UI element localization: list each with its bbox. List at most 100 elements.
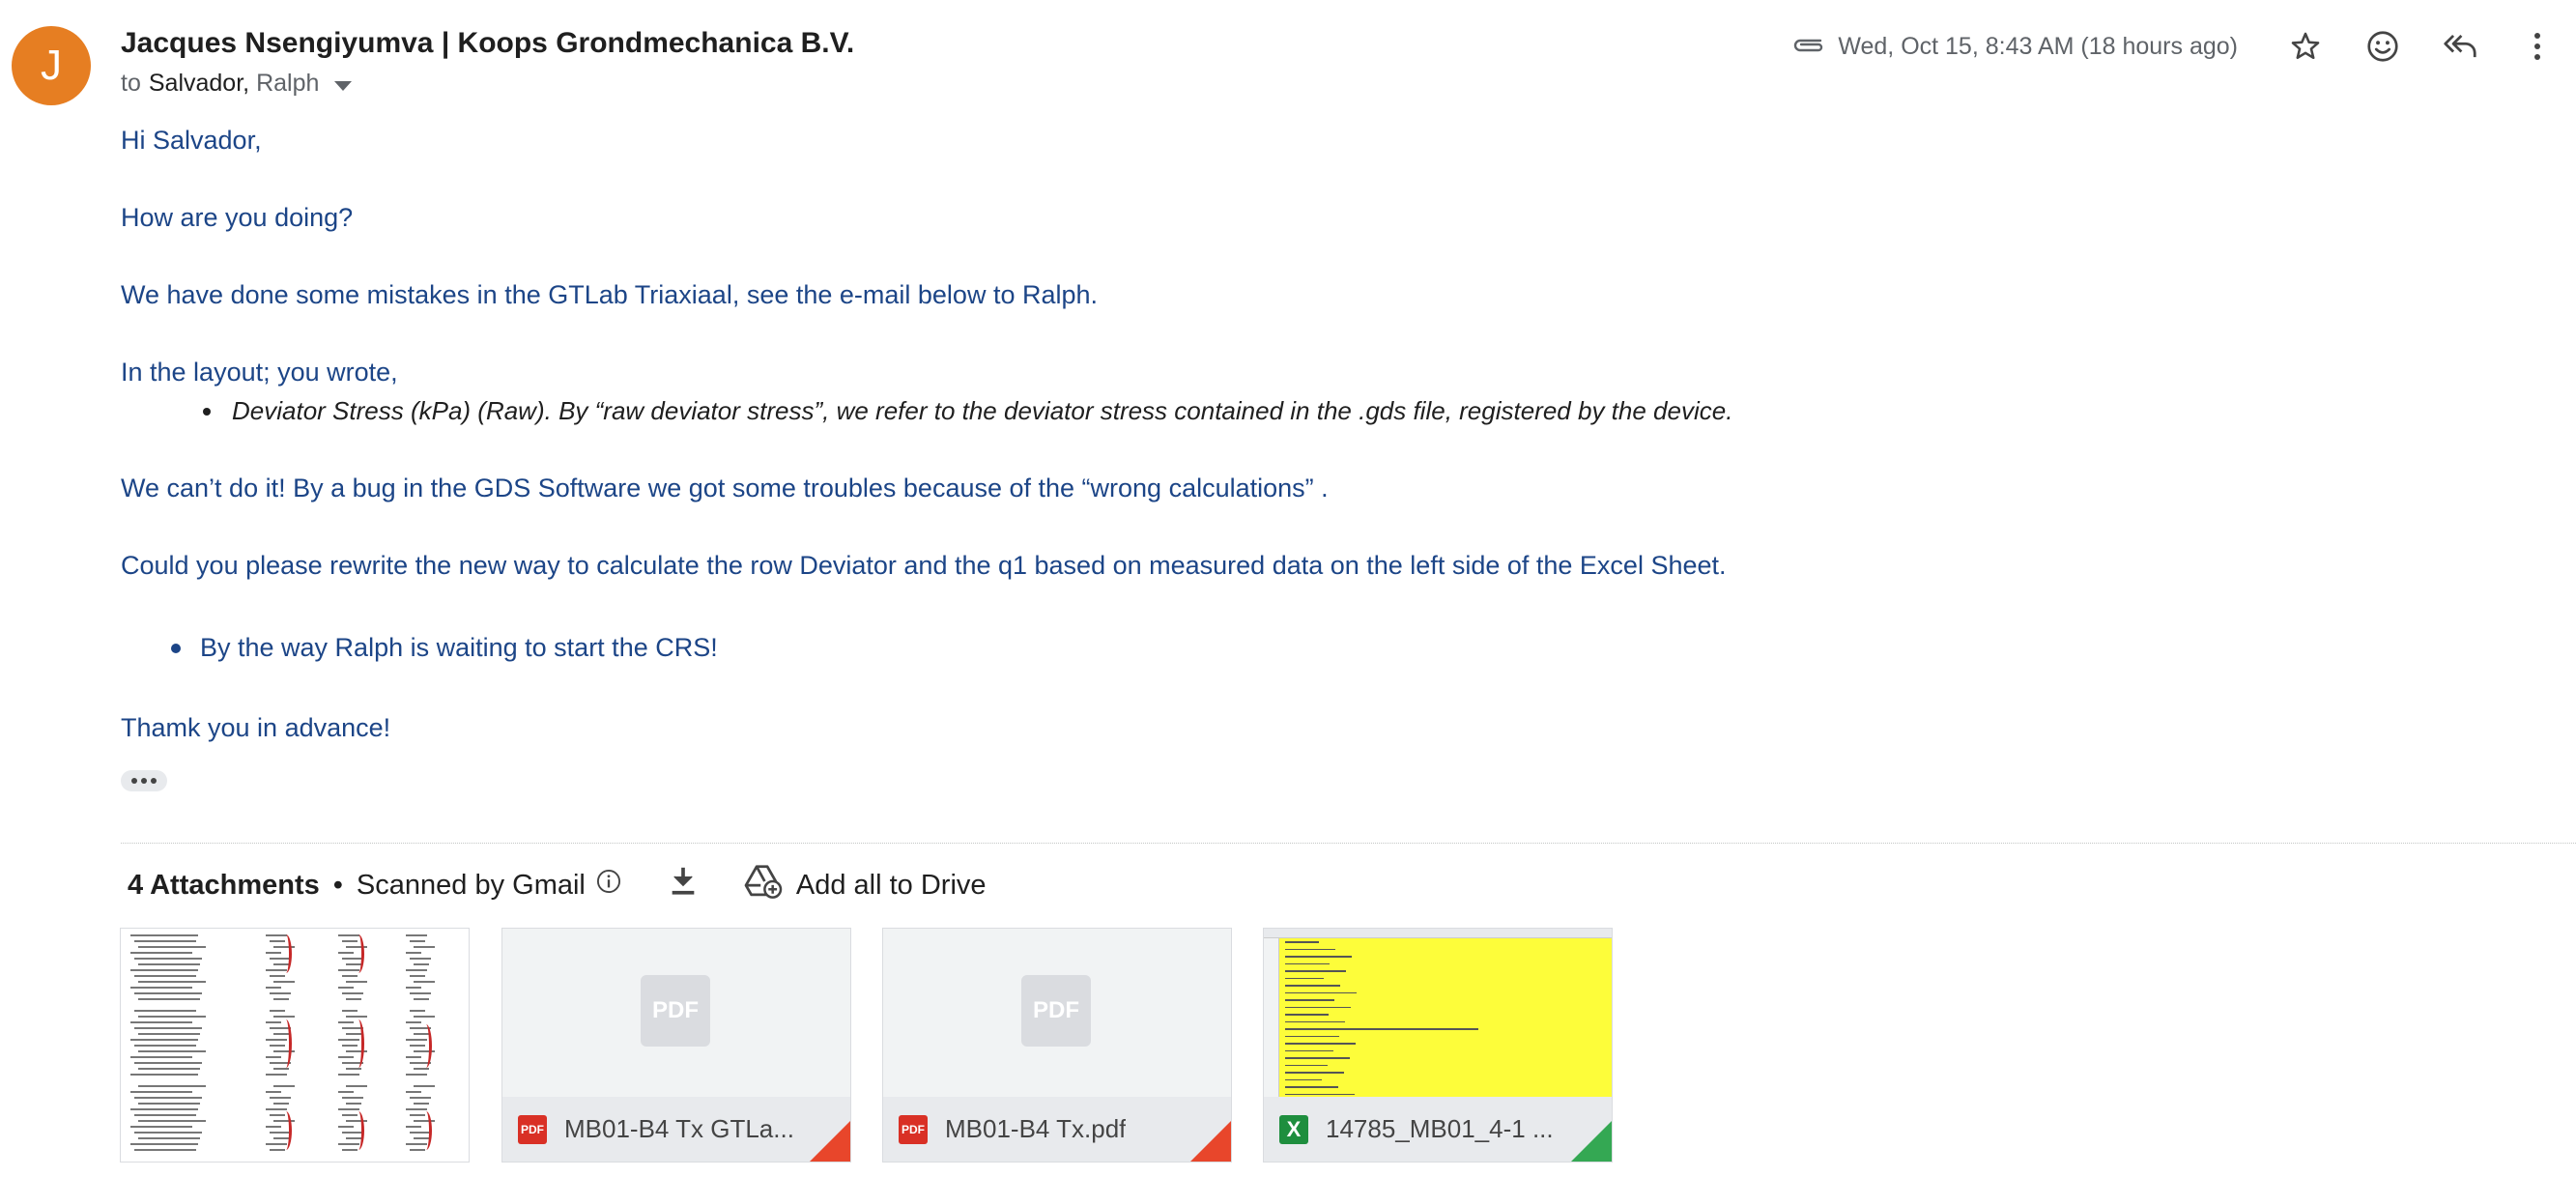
preview-line (346, 1103, 361, 1105)
attachment-footer: PDF MB01-B4 Tx.pdf (883, 1097, 1231, 1162)
preview-line (273, 981, 295, 983)
preview-line (273, 1103, 289, 1105)
preview-line (346, 1016, 367, 1018)
preview-annotation-mark (420, 1111, 432, 1150)
preview-line (134, 1010, 196, 1012)
bullet-dot (203, 407, 211, 416)
preview-line (266, 1021, 281, 1023)
preview-line (406, 1126, 421, 1128)
avatar[interactable]: J (12, 26, 91, 105)
preview-line (410, 940, 425, 942)
show-trimmed-content-button[interactable] (121, 770, 167, 791)
sender-name[interactable]: Jacques Nsengiyumva | Koops Grondmechani… (121, 27, 854, 60)
preview-line (130, 987, 192, 989)
reply-all-button[interactable] (2421, 19, 2499, 73)
preview-line (406, 1056, 421, 1058)
preview-line (1285, 1086, 1338, 1088)
attachment-file-name: 14785_MB01_4-1 ... (1326, 1114, 1554, 1143)
attachment-thumbnail-1[interactable] (120, 928, 470, 1163)
add-all-to-drive-button[interactable]: Add all to Drive (796, 870, 987, 902)
attachment-thumbnail-3[interactable]: PDF PDF MB01-B4 Tx.pdf (882, 928, 1232, 1163)
preview-line (406, 952, 421, 954)
preview-line (266, 1126, 281, 1128)
preview-line (1285, 1028, 1478, 1030)
preview-line (138, 1085, 206, 1087)
reply-icon (2444, 34, 2476, 58)
preview-line (270, 1097, 291, 1099)
pdf-placeholder-icon: PDF (641, 975, 710, 1047)
attachment-file-name: MB01-B4 Tx GTLa... (564, 1114, 794, 1143)
preview-line (414, 998, 429, 1000)
preview-line (130, 969, 198, 971)
preview-line (414, 1085, 435, 1087)
attachment-footer: X 14785_MB01_4-1 ... (1264, 1097, 1612, 1162)
preview-line (134, 992, 202, 994)
preview-line (134, 1132, 202, 1134)
preview-line (1285, 941, 1319, 943)
preview-line (346, 998, 361, 1000)
preview-line (410, 1010, 425, 1012)
preview-line (266, 1108, 287, 1110)
preview-line (342, 1010, 358, 1012)
preview-line (346, 1085, 367, 1087)
bullet-dot (171, 643, 181, 653)
preview-line (273, 1068, 289, 1070)
pdf-placeholder-icon: PDF (1021, 975, 1091, 1047)
preview-line (338, 1126, 354, 1128)
download-all-icon[interactable] (669, 865, 698, 905)
paperclip-icon (1791, 34, 1824, 60)
preview-line (1285, 1093, 1355, 1095)
preview-line (138, 963, 200, 965)
preview-line (138, 1120, 206, 1122)
attachments-divider (121, 843, 2576, 844)
note-bullet-text: By the way Ralph is waiting to start the… (200, 633, 718, 662)
preview-line (130, 1091, 192, 1093)
preview-line (134, 1149, 196, 1151)
closing-line: Thamk you in advance! (121, 713, 391, 742)
emoji-reaction-button[interactable] (2344, 19, 2421, 73)
emoji-icon (2367, 31, 2398, 62)
message-date: Wed, Oct 15, 8:43 AM (18 hours ago) (1838, 32, 2238, 60)
show-details-chevron-icon[interactable] (334, 80, 353, 91)
info-icon[interactable] (595, 868, 622, 903)
document-preview (130, 933, 459, 1158)
preview-line (130, 1021, 192, 1023)
more-options-button[interactable] (2499, 19, 2576, 73)
preview-line (134, 940, 196, 942)
preview-annotation-mark (420, 1024, 432, 1068)
body-line: In the layout; you wrote, (121, 358, 398, 387)
preview-annotation-mark (280, 934, 292, 973)
star-button[interactable] (2267, 19, 2344, 73)
attachment-thumbnail-2[interactable]: PDF PDF MB01-B4 Tx GTLa... (501, 928, 851, 1163)
preview-line (414, 1103, 429, 1105)
preview-line (1285, 1035, 1339, 1037)
preview-line (1285, 1014, 1329, 1016)
preview-line (1285, 1064, 1328, 1066)
preview-line (338, 987, 354, 989)
preview-annotation-mark (353, 934, 364, 973)
sheets-file-icon: X (1279, 1114, 1308, 1144)
preview-line (270, 975, 285, 977)
preview-line (406, 1108, 427, 1110)
preview-annotation-mark (353, 1111, 364, 1150)
preview-annotation-mark (353, 1019, 364, 1068)
preview-line (138, 1050, 206, 1052)
preview-line (410, 992, 431, 994)
add-to-drive-icon[interactable] (744, 864, 783, 906)
preview-line (414, 946, 435, 948)
preview-line (134, 1045, 196, 1047)
preview-line (138, 1068, 200, 1070)
preview-line (134, 1114, 196, 1116)
recipients-row[interactable]: to Salvador, Ralph (121, 70, 353, 98)
preview-line (138, 1033, 200, 1035)
preview-line (130, 1039, 198, 1041)
body-line: We have done some mistakes in the GTLab … (121, 280, 1099, 309)
preview-line (130, 1126, 192, 1128)
preview-line (138, 1137, 200, 1139)
message-header-actions: Wed, Oct 15, 8:43 AM (18 hours ago) (1791, 19, 2576, 73)
preview-line (130, 1056, 192, 1058)
to-label: to (121, 70, 141, 97)
body-line: We can’t do it! By a bug in the GDS Soft… (121, 474, 1329, 502)
attachment-thumbnail-4[interactable]: X 14785_MB01_4-1 ... (1263, 928, 1613, 1163)
preview-line (338, 1108, 359, 1110)
